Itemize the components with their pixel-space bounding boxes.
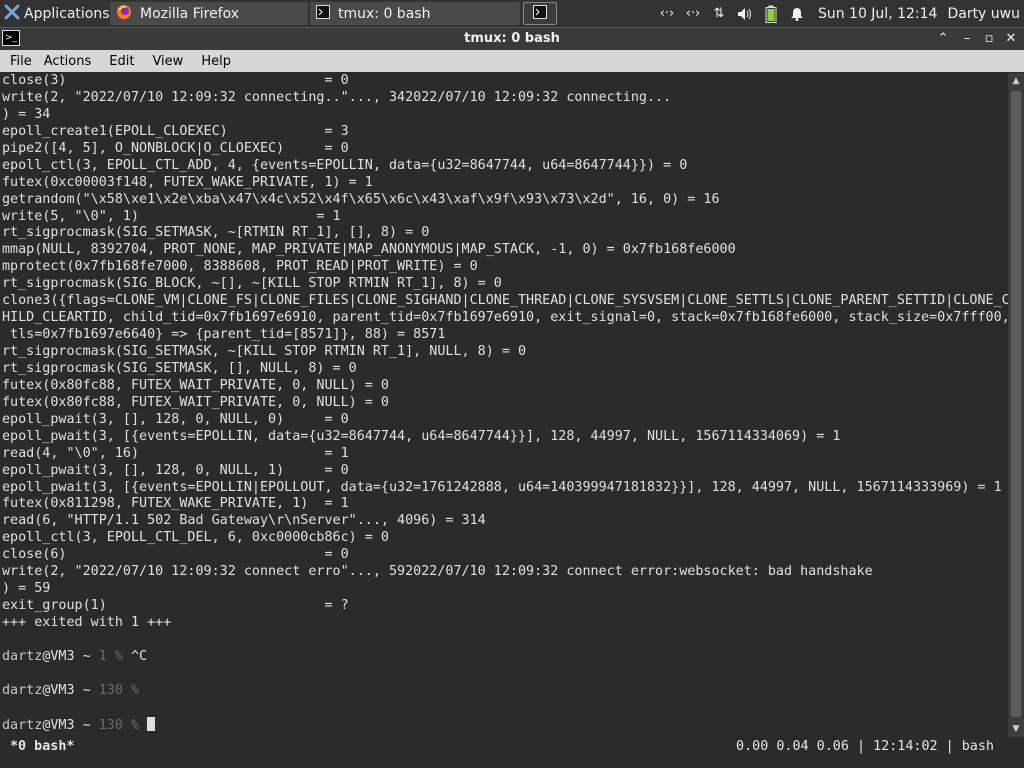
shell-prompt-line: dartz@VM3 ~ 130 % <box>2 716 1008 734</box>
notification-bell-icon[interactable] <box>786 4 808 24</box>
terminal-line: rt_sigprocmask(SIG_SETMASK, [], NULL, 8)… <box>2 360 357 376</box>
menu-edit[interactable]: Edit <box>99 54 142 69</box>
terminal-line: write(2, "2022/07/10 12:09:32 connecting… <box>2 89 672 105</box>
terminal-line: read(6, "HTTP/1.1 502 Bad Gateway\r\nSer… <box>2 513 486 529</box>
minimize-button[interactable]: – <box>958 30 976 48</box>
network-transfer-icon[interactable]: ⇅ <box>708 4 730 24</box>
prompt-host: @VM3 ~ <box>42 717 99 733</box>
prompt-user: dartz <box>2 717 43 733</box>
terminal-line: getrandom("\x58\xe1\x2e\xba\x47\x4c\x52\… <box>2 191 720 207</box>
terminal-line: +++ exited with 1 +++ <box>2 615 172 630</box>
close-button[interactable]: ✕ <box>1002 30 1020 48</box>
tmux-status-bar: *0 bash* 0.00 0.04 0.06 | 12:14:02 | bas… <box>0 737 1008 757</box>
terminal-line: mprotect(0x7fb168fe7000, 8388608, PROT_R… <box>2 259 478 275</box>
terminal-line: epoll_create1(EPOLL_CLOEXEC) = 3 <box>2 123 349 139</box>
terminal-line: epoll_pwait(3, [], 128, 0, NULL, 0) = 0 <box>2 411 349 427</box>
prompt-user: dartz <box>2 648 43 664</box>
terminal-line: epoll_pwait(3, [], 128, 0, NULL, 1) = 0 <box>2 462 349 478</box>
prompt-host: @VM3 ~ <box>42 648 99 664</box>
taskbar-item-label: tmux: 0 bash <box>338 5 431 22</box>
applications-menu-button[interactable]: Applications <box>0 0 110 27</box>
terminal-lines: close(3) = 0 write(2, "2022/07/10 12:09:3… <box>0 73 1008 734</box>
menu-view[interactable]: View <box>142 54 191 69</box>
xfce-logo-icon <box>4 4 20 24</box>
menu-file[interactable]: File <box>0 54 40 69</box>
shell-prompt-line: dartz@VM3 ~ 130 % <box>2 683 1008 700</box>
scroll-up-arrow-icon[interactable]: ▲ <box>1008 73 1024 89</box>
terminal-line: epoll_ctl(3, EPOLL_CTL_ADD, 4, {events=E… <box>2 157 688 173</box>
terminal-line: futex(0xc00003f148, FUTEX_WAKE_PRIVATE, … <box>2 174 373 190</box>
terminal-line: read(4, "\0", 16) = 1 <box>2 445 349 461</box>
terminal-line: HILD_CLEARTID, child_tid=0x7fb1697e6910,… <box>2 310 1008 326</box>
terminal-line: exit_group(1) = ? <box>2 598 349 614</box>
window-titlebar[interactable]: >_ tmux: 0 bash ⌃ – ▫ ✕ <box>0 27 1024 50</box>
shell-prompt-line: dartz@VM3 ~ 1 % ^C <box>2 649 1008 666</box>
taskbar-item-tmux[interactable]: tmux: 0 bash <box>310 2 520 25</box>
terminal-line: pipe2([4, 5], O_NONBLOCK|O_CLOEXEC) = 0 <box>2 140 349 156</box>
prompt-input: ^C <box>122 648 148 664</box>
prompt-exit-status: 130 % <box>98 717 140 733</box>
prompt-exit-status: 130 % <box>98 682 140 698</box>
applications-label: Applications <box>24 5 110 22</box>
menubar: File Actions Edit View Help <box>0 50 1024 72</box>
user-menu[interactable]: Darty uwu <box>947 6 1020 22</box>
terminal-line: futex(0x80fc88, FUTEX_WAIT_PRIVATE, 0, N… <box>2 377 389 393</box>
terminal-output[interactable]: close(3) = 0 write(2, "2022/07/10 12:09:3… <box>0 73 1008 737</box>
window-title: tmux: 0 bash <box>464 31 560 46</box>
terminal-launcher-button[interactable] <box>523 2 557 25</box>
terminal-line: rt_sigprocmask(SIG_BLOCK, ~[], ~[KILL ST… <box>2 276 502 292</box>
terminal-line: ) = 59 <box>2 581 51 597</box>
terminal-line: futex(0x811298, FUTEX_WAKE_PRIVATE, 1) =… <box>2 496 349 512</box>
terminal-line: ) = 34 <box>2 106 51 122</box>
top-panel: Applications Mozilla Firefox tmux: 0 bas… <box>0 0 1024 27</box>
text-cursor <box>147 716 156 731</box>
prompt-exit-status: 1 % <box>98 648 123 664</box>
scrollbar[interactable]: ▲ ▼ <box>1008 73 1024 737</box>
terminal-line: write(2, "2022/07/10 12:09:32 connect er… <box>2 564 873 580</box>
clock[interactable]: Sun 10 Jul, 12:14 <box>818 6 938 22</box>
prompt-host: @VM3 ~ <box>42 682 99 698</box>
tmux-window-tab[interactable]: *0 bash* <box>10 737 75 757</box>
battery-icon[interactable] <box>760 4 782 24</box>
terminal-line: epoll_pwait(3, [{events=EPOLLIN, data={u… <box>2 428 841 444</box>
terminal-line: clone3({flags=CLONE_VM|CLONE_FS|CLONE_FI… <box>2 293 1008 309</box>
terminal-line: mmap(NULL, 8392704, PROT_NONE, MAP_PRIVA… <box>2 242 736 258</box>
scroll-down-arrow-icon[interactable]: ▼ <box>1008 721 1024 737</box>
terminal-line: close(3) = 0 <box>2 73 349 88</box>
menu-help[interactable]: Help <box>191 54 239 69</box>
network-icon[interactable]: ‹·› <box>656 4 678 24</box>
terminal-line: epoll_ctl(3, EPOLL_CTL_DEL, 6, 0xc0000cb… <box>2 530 389 546</box>
taskbar-item-label: Mozilla Firefox <box>140 5 240 22</box>
network-vpn-icon[interactable]: ‹·› <box>682 4 704 24</box>
terminal-line: rt_sigprocmask(SIG_SETMASK, ~[KILL STOP … <box>2 344 527 359</box>
terminal-line: rt_sigprocmask(SIG_SETMASK, ~[RTMIN RT_1… <box>2 225 430 241</box>
window-bottom-border <box>0 757 1024 768</box>
prompt-user: dartz <box>2 682 43 698</box>
terminal-line: epoll_pwait(3, [{events=EPOLLIN|EPOLLOUT… <box>2 479 1002 495</box>
menu-actions[interactable]: Actions <box>40 54 100 69</box>
terminal-line: close(6) = 0 <box>2 547 349 563</box>
tmux-status-right: 0.00 0.04 0.06 | 12:14:02 | bash <box>736 739 994 754</box>
terminal-line: tls=0x7fb1697e6640} => {parent_tid=[8571… <box>2 327 446 343</box>
maximize-button[interactable]: ▫ <box>980 30 998 48</box>
terminal-icon <box>316 4 330 23</box>
firefox-icon <box>116 4 132 24</box>
chevron-up-icon[interactable]: ⌃ <box>934 30 952 48</box>
terminal-line: futex(0x80fc88, FUTEX_WAIT_PRIVATE, 0, N… <box>2 394 389 410</box>
scrollbar-thumb[interactable] <box>1011 91 1021 717</box>
system-tray: ‹·› ‹·› ⇅ Sun 10 Jul, 12:14 Darty uwu <box>656 0 1024 27</box>
volume-icon[interactable] <box>734 4 756 24</box>
taskbar-item-firefox[interactable]: Mozilla Firefox <box>110 2 308 25</box>
terminal-icon <box>533 4 547 23</box>
terminal-line: write(5, "\0", 1) = 1 <box>2 208 341 224</box>
